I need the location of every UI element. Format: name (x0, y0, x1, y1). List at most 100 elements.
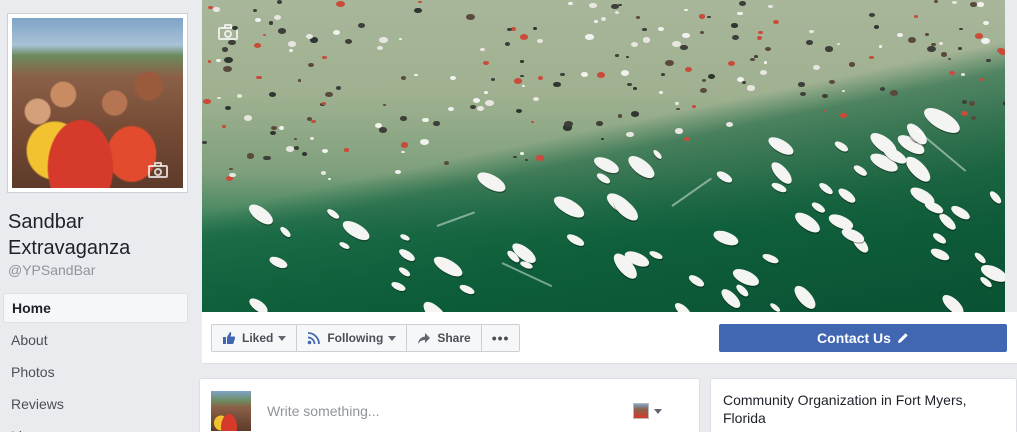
cover-speck (600, 16, 607, 21)
composer-input[interactable]: Write something... (267, 403, 380, 419)
cover-speck (763, 61, 768, 64)
liked-button[interactable]: Liked (211, 324, 298, 352)
cover-speck (727, 60, 736, 66)
more-icon: ••• (491, 330, 510, 346)
cover-speck (821, 93, 828, 99)
cover-speck (401, 150, 405, 154)
cover-speck (635, 16, 640, 20)
cover-speck (707, 15, 711, 19)
cover-speck (322, 102, 326, 105)
cover-speck (698, 14, 706, 19)
chevron-down-icon (654, 408, 662, 414)
profile-picture[interactable] (7, 13, 188, 193)
cover-speck (229, 167, 233, 171)
cover-speck (336, 85, 342, 90)
cover-speck (243, 115, 253, 122)
cover-speck (631, 111, 640, 118)
more-button[interactable]: ••• (480, 324, 521, 352)
cover-speck (772, 19, 779, 24)
cover-boat (810, 200, 827, 214)
cover-speck (302, 152, 308, 156)
cover-speck (630, 41, 638, 47)
cover-boat (651, 148, 664, 161)
cover-speck (931, 43, 937, 47)
cover-speck (505, 42, 511, 46)
cover-speck (633, 87, 638, 91)
cover-speck (202, 140, 207, 144)
pencil-icon (897, 332, 909, 344)
cover-speck (336, 0, 346, 8)
cover-speck (253, 42, 261, 48)
cover-speck (274, 14, 282, 20)
cover-boat (399, 233, 412, 243)
nav-item-home[interactable]: Home (3, 293, 188, 323)
post-as-selector[interactable] (633, 403, 662, 419)
cover-speck (564, 120, 574, 127)
share-button[interactable]: Share (406, 324, 482, 352)
following-button[interactable]: Following (296, 324, 408, 352)
cover-boat (419, 297, 452, 312)
nav-item-partial[interactable]: Li (3, 421, 188, 432)
cover-speck (483, 61, 490, 66)
page-handle[interactable]: @YPSandBar (8, 262, 95, 278)
cover-speck (998, 49, 1005, 55)
contact-us-button[interactable]: Contact Us (719, 324, 1007, 352)
cover-speck (617, 114, 623, 118)
page-title: Sandbar Extravaganza (8, 211, 131, 259)
cover-boat (687, 273, 707, 290)
cover-speck (217, 96, 221, 99)
cover-speck (874, 25, 880, 29)
cover-speck (223, 66, 232, 73)
cover-speck (824, 46, 833, 52)
nav-item-reviews[interactable]: Reviews (3, 389, 188, 421)
cover-speck (897, 33, 903, 38)
cover-speck (513, 155, 517, 158)
cover-boat (609, 193, 643, 226)
cover-boat (832, 139, 850, 154)
cover-speck (472, 98, 480, 104)
cover-speck (767, 4, 773, 8)
nav-item-about[interactable]: About (3, 325, 188, 357)
cover-speck (414, 7, 422, 13)
cover-speck (252, 9, 258, 13)
cover-boat (595, 171, 612, 186)
cover-speck (421, 117, 429, 123)
cover-speck (520, 74, 524, 78)
cover-speck (309, 136, 314, 140)
cover-speck (401, 76, 407, 80)
cover-speck (980, 37, 990, 44)
cover-speck (520, 60, 524, 63)
cover-speck (581, 71, 588, 77)
cover-speck (491, 78, 496, 81)
cover-boat (648, 249, 664, 261)
camera-icon[interactable] (148, 162, 168, 178)
cover-speck (268, 21, 274, 25)
nav-item-photos[interactable]: Photos (3, 357, 188, 389)
cover-speck (806, 40, 813, 45)
cover-speck (477, 105, 485, 111)
cover-speck (507, 28, 512, 32)
cover-speck (552, 81, 561, 88)
cover-speck (890, 90, 899, 97)
cover-speck (725, 122, 734, 128)
cover-boat (565, 232, 586, 249)
cover-boat (987, 189, 1003, 206)
cover-speck (307, 62, 315, 68)
cover-speck (822, 109, 827, 113)
cover-speck (699, 31, 705, 35)
cover-speck (420, 138, 429, 146)
cover-speck (448, 107, 455, 112)
cover-speck (203, 98, 212, 105)
page-nav: Home About Photos Reviews Li (3, 293, 188, 432)
cover-speck (269, 130, 277, 136)
rss-icon (307, 331, 321, 345)
cover-boat (550, 192, 588, 222)
cover-speck (957, 47, 962, 51)
cover-speck (836, 42, 840, 45)
cover-speck (732, 34, 740, 41)
cover-speck (977, 2, 984, 7)
cover-photo[interactable] (202, 0, 1005, 312)
following-label: Following (327, 331, 384, 345)
about-card: Community Organization in Fort Myers, Fl… (710, 378, 1017, 432)
avatar (211, 391, 251, 431)
